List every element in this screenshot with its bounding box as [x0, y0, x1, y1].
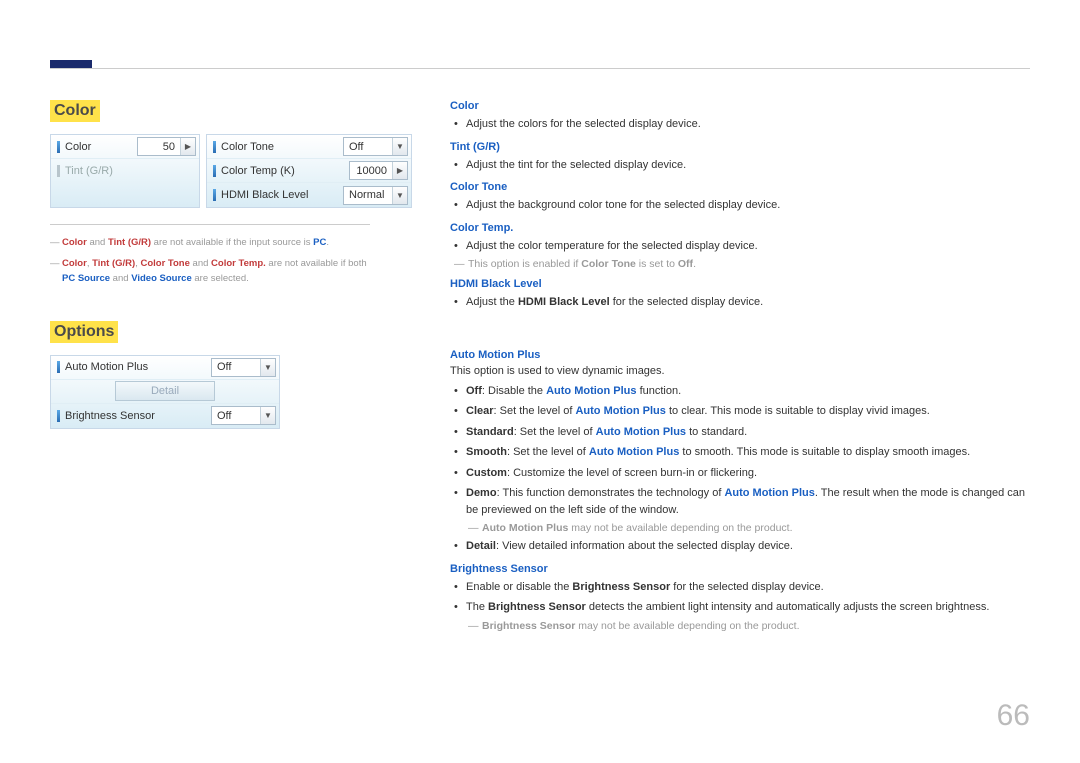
- options-panel: Auto Motion Plus Off ▼ Detail Brightness…: [50, 355, 280, 429]
- brightness-sensor-value: Off: [212, 410, 260, 422]
- color-panel-left: Color 50 ▶ Tint (G/R): [50, 134, 200, 208]
- color-spinner[interactable]: 50 ▶: [137, 137, 196, 156]
- note-amp: Auto Motion Plus may not be available de…: [468, 522, 1030, 534]
- triangle-right-icon[interactable]: ▶: [392, 162, 407, 179]
- section-heading-color: Color: [50, 100, 100, 122]
- label-tint: Tint (G/R): [65, 165, 113, 177]
- desc-colortemp-bullet: Adjust the color temperature for the sel…: [466, 238, 1030, 255]
- auto-motion-combo[interactable]: Off ▼: [211, 358, 276, 377]
- desc-hdmi-bullet: Adjust the HDMI Black Level for the sele…: [466, 294, 1030, 311]
- header-divider: [50, 68, 1030, 69]
- color-value: 50: [138, 141, 180, 153]
- bs-b2: The Brightness Sensor detects the ambien…: [466, 599, 1030, 616]
- amp-intro: This option is used to view dynamic imag…: [450, 365, 1030, 377]
- note-colortemp: This option is enabled if Color Tone is …: [454, 258, 1030, 270]
- row-hdmi-black: HDMI Black Level Normal ▼: [207, 183, 411, 207]
- amp-standard: Standard: Set the level of Auto Motion P…: [466, 424, 1030, 441]
- label-brightness-sensor: Brightness Sensor: [65, 410, 155, 422]
- header-accent: [50, 60, 92, 68]
- auto-motion-value: Off: [212, 361, 260, 373]
- footnote-1: Color and Tint (G/R) are not available i…: [50, 235, 370, 250]
- desc-head-colortone: Color Tone: [450, 181, 1030, 193]
- amp-detail: Detail: View detailed information about …: [466, 538, 1030, 555]
- label-auto-motion: Auto Motion Plus: [65, 361, 148, 373]
- color-temp-value: 10000: [350, 165, 392, 177]
- desc-colortone-bullet: Adjust the background color tone for the…: [466, 197, 1030, 214]
- page-number: 66: [997, 699, 1030, 733]
- color-panels: Color 50 ▶ Tint (G/R) Color Tone: [50, 134, 420, 208]
- footnote-2: Color, Tint (G/R), Color Tone and Color …: [50, 256, 370, 286]
- desc-tint-bullet: Adjust the tint for the selected display…: [466, 157, 1030, 174]
- amp-clear: Clear: Set the level of Auto Motion Plus…: [466, 403, 1030, 420]
- color-footnotes: Color and Tint (G/R) are not available i…: [50, 224, 370, 287]
- label-color-temp: Color Temp (K): [221, 165, 295, 177]
- options-panels: Auto Motion Plus Off ▼ Detail Brightness…: [50, 355, 420, 429]
- detail-button[interactable]: Detail: [115, 381, 215, 401]
- color-tone-value: Off: [344, 141, 392, 153]
- row-brightness-sensor: Brightness Sensor Off ▼: [51, 404, 279, 428]
- row-color-temp: Color Temp (K) 10000 ▶: [207, 159, 411, 183]
- label-hdmi-black: HDMI Black Level: [221, 189, 308, 201]
- amp-custom: Custom: Customize the level of screen bu…: [466, 465, 1030, 482]
- desc-head-tint: Tint (G/R): [450, 141, 1030, 153]
- brightness-sensor-combo[interactable]: Off ▼: [211, 406, 276, 425]
- label-color-tone: Color Tone: [221, 141, 274, 153]
- desc-head-hdmi: HDMI Black Level: [450, 278, 1030, 290]
- label-color: Color: [65, 141, 91, 153]
- amp-smooth: Smooth: Set the level of Auto Motion Plu…: [466, 444, 1030, 461]
- desc-head-color: Color: [450, 100, 1030, 112]
- row-color-tone: Color Tone Off ▼: [207, 135, 411, 159]
- section-heading-options: Options: [50, 321, 118, 343]
- desc-head-bs: Brightness Sensor: [450, 563, 1030, 575]
- note-bs: Brightness Sensor may not be available d…: [468, 620, 1030, 632]
- hdmi-black-value: Normal: [344, 189, 392, 201]
- amp-demo: Demo: This function demonstrates the tec…: [466, 485, 1030, 518]
- desc-color-bullet: Adjust the colors for the selected displ…: [466, 116, 1030, 133]
- bs-b1: Enable or disable the Brightness Sensor …: [466, 579, 1030, 596]
- row-tint: Tint (G/R): [51, 159, 199, 183]
- hdmi-black-combo[interactable]: Normal ▼: [343, 186, 408, 205]
- row-auto-motion: Auto Motion Plus Off ▼: [51, 356, 279, 380]
- desc-head-amp: Auto Motion Plus: [450, 349, 1030, 361]
- chevron-down-icon[interactable]: ▼: [260, 359, 275, 376]
- chevron-down-icon[interactable]: ▼: [392, 187, 407, 204]
- color-panel-right: Color Tone Off ▼ Color Temp (K) 10000 ▶: [206, 134, 412, 208]
- color-temp-spinner[interactable]: 10000 ▶: [349, 161, 408, 180]
- color-tone-combo[interactable]: Off ▼: [343, 137, 408, 156]
- chevron-down-icon[interactable]: ▼: [392, 138, 407, 155]
- chevron-down-icon[interactable]: ▼: [260, 407, 275, 424]
- desc-head-colortemp: Color Temp.: [450, 222, 1030, 234]
- amp-off: Off: Disable the Auto Motion Plus functi…: [466, 383, 1030, 400]
- triangle-right-icon[interactable]: ▶: [180, 138, 195, 155]
- row-detail: Detail: [51, 380, 279, 404]
- row-color: Color 50 ▶: [51, 135, 199, 159]
